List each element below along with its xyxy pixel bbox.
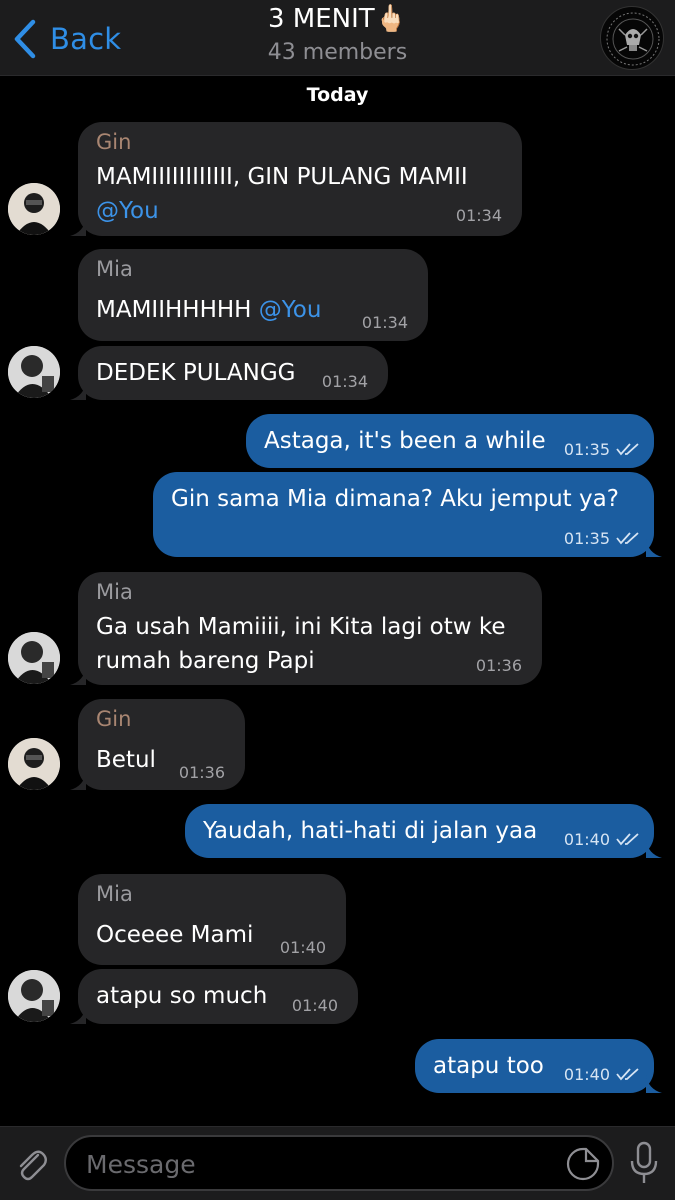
message-time: 01:34	[455, 206, 502, 225]
message-text: atapu so much	[96, 983, 268, 1009]
sender-name: Mia	[96, 882, 133, 906]
mention-link[interactable]: @You	[259, 297, 322, 323]
message-time: 01:35	[563, 529, 610, 548]
message-time: 01:40	[291, 996, 338, 1015]
sender-name: Mia	[96, 257, 133, 281]
message-field[interactable]	[64, 1135, 614, 1191]
message-time: 01:40	[279, 938, 326, 957]
sender-name: Mia	[96, 580, 133, 604]
message-time: 01:34	[361, 313, 408, 332]
message-bubble-incoming[interactable]: Gin MAMIIIIIIIIIIII, GIN PULANG MAMII @Y…	[70, 122, 522, 236]
message-text-row: MAMIIHHHHH @You	[96, 293, 321, 327]
chat-title: 3 MENIT🖕🏻	[267, 4, 408, 34]
message-text: Yaudah, hati-hati di jalan yaa	[203, 818, 538, 844]
message-bubble-outgoing[interactable]: Astaga, it's been a while 01:35	[246, 414, 654, 468]
message-bubble-incoming[interactable]: DEDEK PULANGG 01:34	[70, 346, 388, 400]
avatar-gin[interactable]	[8, 738, 60, 790]
bubble-tail	[70, 772, 86, 790]
double-check-icon	[616, 833, 639, 846]
date-separator: Today	[306, 84, 369, 106]
bubble-tail	[70, 1006, 86, 1024]
message-time: 01:36	[475, 656, 522, 675]
message-bubble-incoming[interactable]: Mia Ga usah Mamiiii, ini Kita lagi otw k…	[70, 572, 542, 685]
message-input-bar	[0, 1126, 675, 1200]
message-time: 01:35	[563, 440, 610, 459]
avatar-mia[interactable]	[8, 970, 60, 1022]
member-count: 43 members	[267, 40, 408, 65]
bubble-tail	[70, 667, 86, 685]
message-text-line: rumah bareng Papi	[96, 648, 315, 674]
microphone-icon[interactable]	[627, 1141, 661, 1185]
message-text: Oceeee Mami	[96, 922, 254, 948]
chat-header: Back 3 MENIT🖕🏻 43 members	[0, 0, 675, 76]
bubble-tail	[646, 1075, 662, 1093]
message-bubble-incoming[interactable]: Gin Betul 01:36	[70, 699, 245, 790]
double-check-icon	[616, 532, 639, 545]
bubble-tail	[646, 539, 662, 557]
sender-name: Gin	[96, 707, 132, 731]
message-text: Gin sama Mia dimana? Aku jemput ya?	[171, 486, 619, 512]
message-bubble-incoming[interactable]: Mia Oceeee Mami 01:40	[78, 874, 346, 965]
sticker-icon[interactable]	[566, 1147, 600, 1181]
message-bubble-outgoing[interactable]: Gin sama Mia dimana? Aku jemput ya? 01:3…	[153, 472, 662, 557]
paperclip-icon[interactable]	[12, 1145, 52, 1185]
sender-name: Gin	[96, 130, 132, 154]
message-text: MAMIIHHHHH	[96, 297, 252, 323]
double-check-icon	[616, 1068, 639, 1081]
chat-title-block[interactable]: 3 MENIT🖕🏻 43 members	[0, 2, 675, 70]
message-text-line: Ga usah Mamiiii, ini Kita lagi otw ke	[96, 614, 506, 640]
avatar-mia[interactable]	[8, 632, 60, 684]
message-time: 01:36	[178, 763, 225, 782]
avatar-mia[interactable]	[8, 346, 60, 398]
message-text: MAMIIIIIIIIIIII, GIN PULANG MAMII	[96, 164, 468, 190]
mention-link[interactable]: @You	[96, 194, 159, 228]
skull-crest-icon	[606, 12, 660, 66]
avatar-gin[interactable]	[8, 183, 60, 235]
message-input[interactable]	[86, 1145, 556, 1183]
message-bubble-incoming[interactable]: Mia MAMIIHHHHH @You 01:34	[78, 249, 428, 341]
message-text: DEDEK PULANGG	[96, 360, 296, 386]
bubble-tail	[70, 382, 86, 400]
double-check-icon	[616, 443, 639, 456]
message-text: Betul	[96, 747, 156, 773]
group-avatar[interactable]	[600, 6, 664, 70]
message-time: 01:34	[321, 372, 368, 391]
bubble-tail	[646, 840, 662, 858]
message-time: 01:40	[563, 1065, 610, 1084]
message-bubble-incoming[interactable]: atapu so much 01:40	[70, 969, 358, 1024]
bubble-tail	[70, 218, 86, 236]
message-text: atapu too	[433, 1053, 544, 1079]
message-bubble-outgoing[interactable]: atapu too 01:40	[415, 1039, 662, 1093]
message-text: Astaga, it's been a while	[264, 428, 546, 454]
message-bubble-outgoing[interactable]: Yaudah, hati-hati di jalan yaa 01:40	[185, 804, 662, 858]
message-time: 01:40	[563, 830, 610, 849]
